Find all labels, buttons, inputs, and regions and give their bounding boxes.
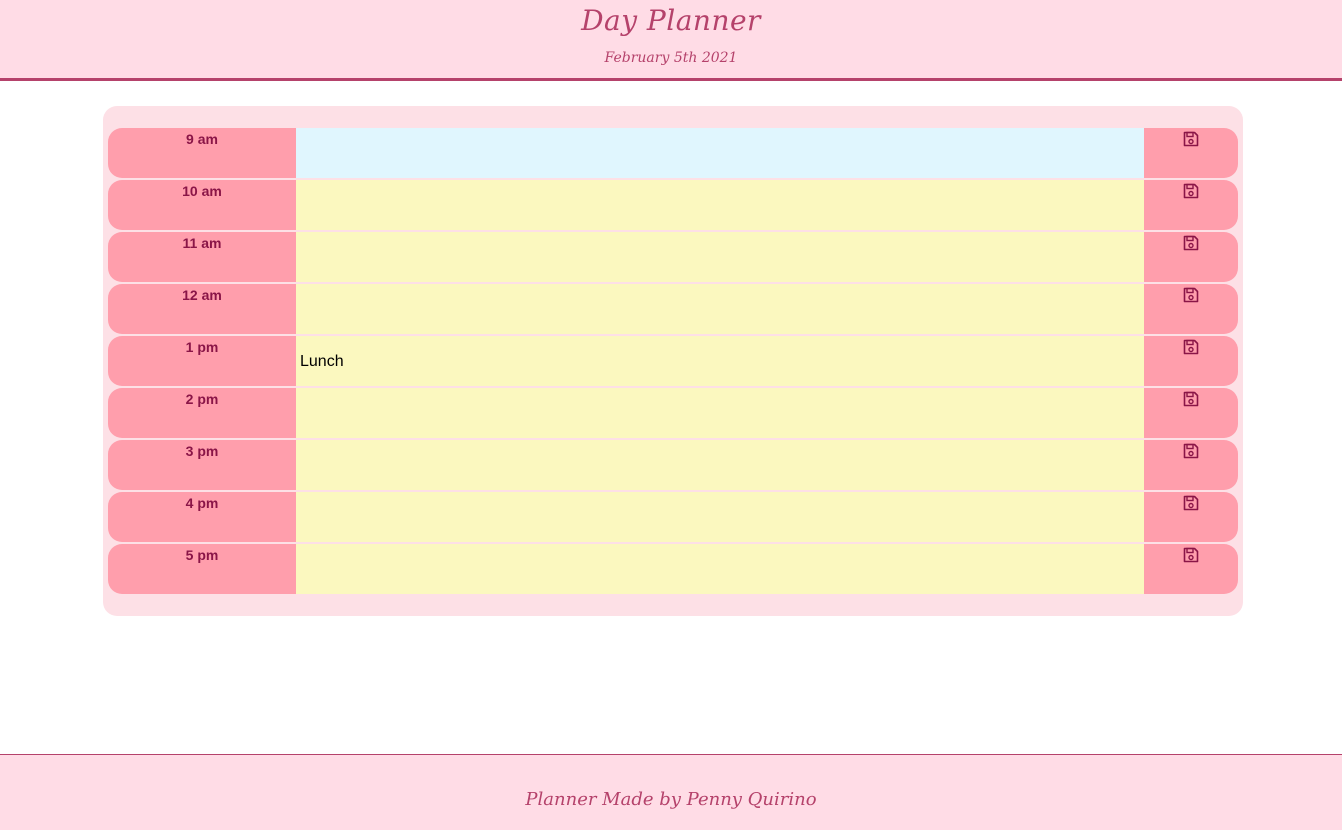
footer-credit: Planner Made by Penny Quirino	[525, 789, 817, 810]
event-description-input[interactable]	[296, 180, 1144, 230]
event-description-input[interactable]	[296, 388, 1144, 438]
save-button[interactable]	[1144, 544, 1238, 594]
event-description-input[interactable]	[296, 544, 1144, 594]
event-description-input[interactable]	[296, 440, 1144, 490]
hour-label: 1 pm	[108, 336, 296, 386]
event-description-input[interactable]	[296, 232, 1144, 282]
save-button[interactable]	[1144, 232, 1238, 282]
save-button[interactable]	[1144, 128, 1238, 178]
time-block: 2 pm	[108, 388, 1238, 438]
hour-label: 2 pm	[108, 388, 296, 438]
event-description-input[interactable]	[296, 284, 1144, 334]
time-block: 4 pm	[108, 492, 1238, 542]
save-button[interactable]	[1144, 388, 1238, 438]
time-block: 10 am	[108, 180, 1238, 230]
save-button[interactable]	[1144, 492, 1238, 542]
page-title: Day Planner	[581, 4, 761, 37]
event-description-input[interactable]: Lunch	[296, 336, 1144, 386]
hour-label: 3 pm	[108, 440, 296, 490]
hour-label: 9 am	[108, 128, 296, 178]
save-button[interactable]	[1144, 284, 1238, 334]
hour-label: 10 am	[108, 180, 296, 230]
floppy-disk-icon	[1183, 235, 1199, 251]
hour-label: 11 am	[108, 232, 296, 282]
time-block: 3 pm	[108, 440, 1238, 490]
time-block: 12 am	[108, 284, 1238, 334]
time-block: 1 pm Lunch	[108, 336, 1238, 386]
floppy-disk-icon	[1183, 391, 1199, 407]
time-block: 11 am	[108, 232, 1238, 282]
hour-label: 5 pm	[108, 544, 296, 594]
save-button[interactable]	[1144, 180, 1238, 230]
floppy-disk-icon	[1183, 339, 1199, 355]
save-button[interactable]	[1144, 336, 1238, 386]
floppy-disk-icon	[1183, 547, 1199, 563]
event-description-input[interactable]	[296, 128, 1144, 178]
planner-container: 9 am 10 am 11 am 12 am 1 pm Lunch 2 pm 3…	[103, 106, 1243, 616]
save-button[interactable]	[1144, 440, 1238, 490]
current-date: February 5th 2021	[604, 50, 738, 66]
hour-label: 12 am	[108, 284, 296, 334]
floppy-disk-icon	[1183, 495, 1199, 511]
floppy-disk-icon	[1183, 131, 1199, 147]
floppy-disk-icon	[1183, 287, 1199, 303]
page-footer: Planner Made by Penny Quirino	[0, 754, 1342, 830]
event-description-input[interactable]	[296, 492, 1144, 542]
floppy-disk-icon	[1183, 183, 1199, 199]
hour-label: 4 pm	[108, 492, 296, 542]
time-block: 9 am	[108, 128, 1238, 178]
page-header: Day Planner February 5th 2021	[0, 0, 1342, 81]
time-block: 5 pm	[108, 544, 1238, 594]
floppy-disk-icon	[1183, 443, 1199, 459]
